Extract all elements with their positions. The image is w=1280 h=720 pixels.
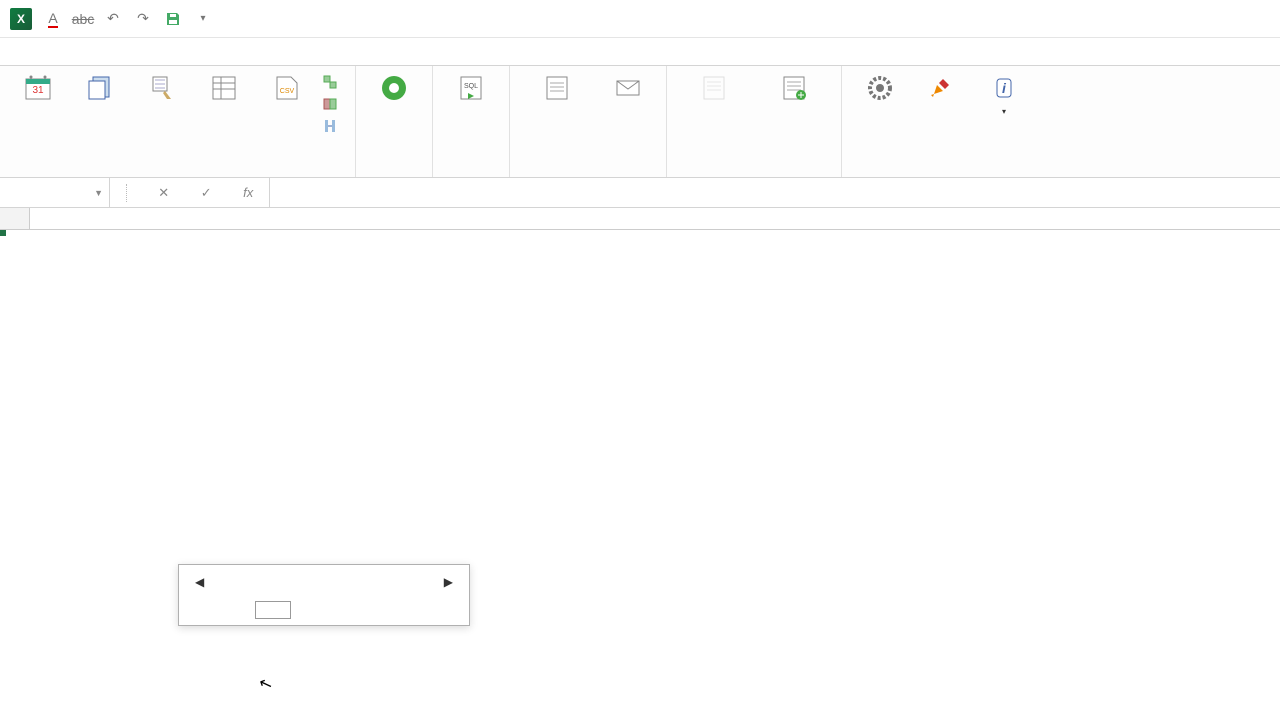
quick-access-toolbar: X A abc ↶ ↷ ▾: [0, 8, 212, 30]
group-mail-merge: [510, 66, 667, 177]
gear-icon: [864, 72, 896, 104]
sql-icon: SQL: [455, 72, 487, 104]
list-play-icon: [698, 72, 730, 104]
data-cleaning-button[interactable]: [132, 70, 192, 108]
enter-icon[interactable]: ✓: [201, 185, 212, 201]
calendar-header: ◀ ▶: [185, 573, 463, 597]
ribbon-body: 31 CSV: [0, 66, 1280, 178]
info-icon: i: [988, 72, 1020, 104]
group-information: i ▾: [842, 66, 1042, 177]
formula-input[interactable]: [270, 178, 1280, 207]
font-color-icon[interactable]: A: [44, 10, 62, 28]
send-emails-button[interactable]: [598, 70, 658, 108]
select-all-corner[interactable]: [0, 208, 30, 229]
calendar-icon: 31: [22, 72, 54, 104]
mouse-cursor-icon: ↖: [256, 672, 275, 695]
worksheet-grid[interactable]: ◀ ▶ ↖: [0, 208, 1280, 230]
csv-icon: CSV: [270, 72, 302, 104]
active-cell-outline: [0, 230, 4, 234]
formula-buttons: ✕ ✓ fx: [110, 178, 270, 207]
formula-bar: ▼ ✕ ✓ fx: [0, 178, 1280, 208]
strikethrough-icon[interactable]: abc: [74, 10, 92, 28]
columns-match-button[interactable]: [318, 116, 347, 136]
chevron-down-icon: ▼: [94, 188, 103, 198]
group-essential-productivity: 31 CSV: [0, 66, 356, 177]
group-version-control: [356, 66, 433, 177]
enable-button[interactable]: [364, 70, 424, 108]
unpivot-icon: [208, 72, 240, 104]
name-box[interactable]: ▼: [0, 178, 110, 207]
fx-icon[interactable]: fx: [243, 185, 253, 200]
prev-month-button[interactable]: ◀: [189, 573, 210, 591]
edit-custom-actions-button[interactable]: [755, 70, 833, 108]
columns-icon: [322, 118, 338, 134]
svg-text:SQL: SQL: [464, 83, 478, 90]
repeat-icon: [322, 74, 338, 90]
unpivot-table-button[interactable]: [194, 70, 254, 108]
group-sql-queries: SQL: [433, 66, 510, 177]
title-bar: X A abc ↶ ↷ ▾: [0, 0, 1280, 38]
save-icon[interactable]: [164, 10, 182, 28]
today-indicator-box: [255, 601, 291, 619]
dropdown-icon: ▾: [1002, 108, 1006, 117]
sheet-switcher-button[interactable]: [70, 70, 130, 108]
pen-icon: [926, 72, 958, 104]
execute-sql-button[interactable]: SQL: [441, 70, 501, 108]
execute-commands-button: [675, 70, 753, 108]
help-button[interactable]: i ▾: [974, 70, 1034, 119]
repeat-selection-button[interactable]: [318, 72, 347, 92]
popup-calendar: ◀ ▶: [178, 564, 470, 626]
redo-icon[interactable]: ↷: [134, 10, 152, 28]
brush-icon: [146, 72, 178, 104]
list-add-icon: [778, 72, 810, 104]
enable-icon: [378, 72, 410, 104]
settings-button[interactable]: [850, 70, 910, 108]
ribbon-tabs: [0, 38, 1280, 66]
export-csv-button[interactable]: CSV: [256, 70, 316, 108]
combine-data-button[interactable]: [318, 94, 347, 114]
group-automation: [667, 66, 842, 177]
envelope-icon: [612, 72, 644, 104]
excel-app-icon: X: [10, 8, 32, 30]
selection-handle[interactable]: [0, 230, 6, 236]
svg-text:31: 31: [32, 85, 44, 96]
next-month-button[interactable]: ▶: [438, 573, 459, 591]
undo-icon[interactable]: ↶: [104, 10, 122, 28]
sheets-icon: [84, 72, 116, 104]
calendar-footer: [185, 597, 463, 619]
popup-calendar-button[interactable]: 31: [8, 70, 68, 108]
license-button[interactable]: [912, 70, 972, 108]
svg-text:CSV: CSV: [280, 88, 295, 95]
customize-qat-icon[interactable]: ▾: [194, 10, 212, 28]
mailing-list-icon: [541, 72, 573, 104]
combine-icon: [322, 96, 338, 112]
cancel-icon[interactable]: ✕: [158, 185, 169, 201]
small-buttons: [318, 70, 347, 136]
create-mailing-list-button[interactable]: [518, 70, 596, 108]
